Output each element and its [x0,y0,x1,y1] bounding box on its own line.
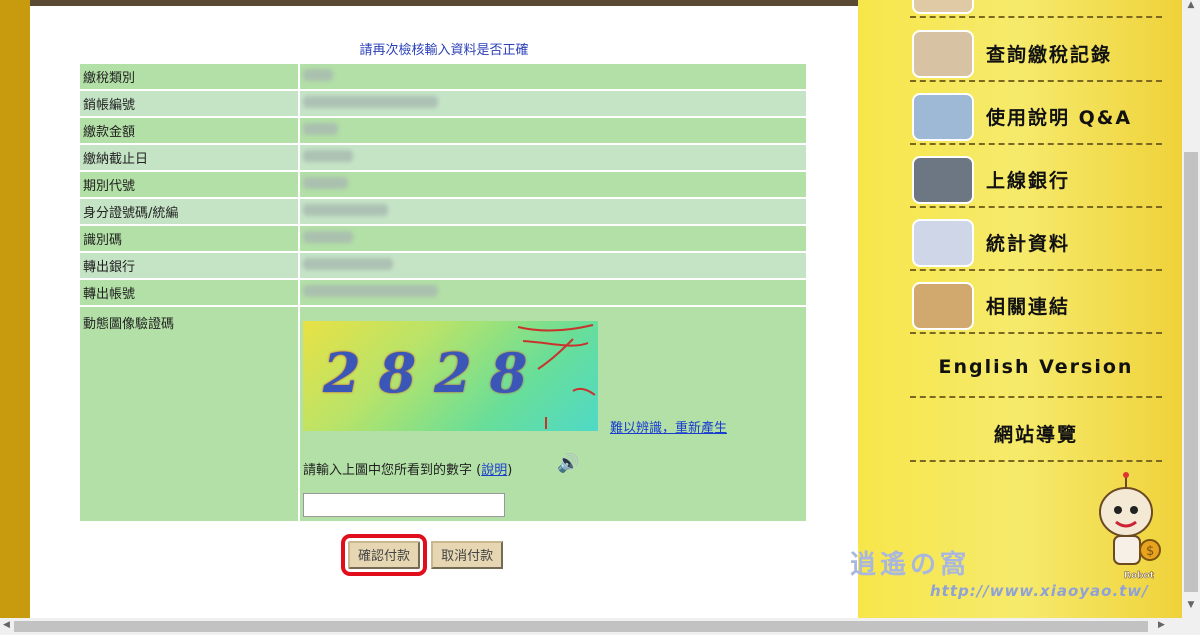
sidebar-item-label: 統計資料 [986,233,1071,255]
english-version-link[interactable]: English Version [910,356,1162,378]
sidebar-item-english[interactable]: English Version [910,338,1162,398]
sidebar: 查詢繳稅記錄 使用說明 Q&A 上線銀行統計資料相關連結 English Versi… [858,0,1182,618]
svg-text:$: $ [1146,544,1154,559]
sidebar-item[interactable]: 相關連結 [910,274,1162,334]
sidebar-item-partial[interactable] [910,0,1162,18]
sidebar-item-label: 相關連結 [986,296,1071,318]
scroll-left-icon[interactable]: ◀ [3,620,10,630]
captcha-prompt-text: 請輸入上圖中您所看到的數字 [303,463,473,478]
watermark-url: http://www.xiaoyao.tw/ [930,582,1149,600]
vertical-scrollbar[interactable]: ▲ ▼ [1182,0,1200,618]
sidebar-item-label: 使用說明 Q&A [986,107,1133,129]
redacted-value [303,149,353,162]
redacted-value [303,68,333,81]
sidebar-item-sitemap[interactable]: 網站導覽 [910,402,1162,462]
sidebar-thumb-partial [912,0,974,14]
form-row: 繳款金額 [80,118,806,143]
form-row: 繳稅類別 [80,64,806,89]
left-stripe [0,0,30,618]
sidebar-item[interactable]: 統計資料 [910,211,1162,271]
sidebar-thumb [912,282,974,330]
captcha-help-link[interactable]: 說明 [481,463,507,478]
form-row: 銷帳編號 [80,91,806,116]
form-row-value [300,253,806,278]
redacted-value [303,95,438,108]
form-row-label: 期別代號 [80,172,298,197]
captcha-row: 動態圖像驗證碼 2828 難以辨識，重新產生 請輸入上圖中您所看到的數字 (說明… [80,307,806,521]
form-row-value [300,145,806,170]
form-row-value [300,118,806,143]
captcha-cell: 2828 難以辨識，重新產生 請輸入上圖中您所看到的數字 (說明) 🔊 [300,307,806,521]
form-row-value [300,280,806,305]
form-row-label: 繳稅類別 [80,64,298,89]
form-row-value [300,199,806,224]
watermark-title: 逍遙の窩 [850,550,971,580]
scroll-down-icon[interactable]: ▼ [1182,600,1200,614]
form-row: 轉出帳號 [80,280,806,305]
sitemap-link[interactable]: 網站導覽 [910,420,1162,447]
captcha-prompt: 請輸入上圖中您所看到的數字 (說明) [303,459,512,478]
help-close-paren: ) [507,463,513,478]
form-row-label: 識別碼 [80,226,298,251]
robot-caption: Robot [1124,571,1155,581]
captcha-image: 2828 [303,321,598,431]
form-row-value [300,64,806,89]
form-row-value [300,172,806,197]
captcha-input[interactable] [303,493,505,517]
notice-text: 請再次檢核輸入資料是否正確 [359,43,529,58]
vertical-scroll-thumb[interactable] [1184,152,1198,592]
horizontal-scrollbar[interactable]: ◀ ▶ [0,618,1200,635]
form-row-value [300,226,806,251]
sidebar-thumb [912,30,974,78]
captcha-label: 動態圖像驗證碼 [83,317,175,332]
form-row: 識別碼 [80,226,806,251]
cancel-payment-button[interactable]: 取消付款 [431,541,504,569]
main-content: 請再次檢核輸入資料是否正確 繳稅類別 銷帳編號 繳款金額 繳納截止日 期別代號 身分證號碼… [30,6,858,618]
sidebar-item-label: 上線銀行 [986,170,1071,192]
sidebar-item[interactable]: 使用說明 Q&A [910,85,1162,145]
button-row: 確認付款 取消付款 [340,534,509,576]
redacted-value [303,176,348,189]
regenerate-captcha-link[interactable]: 難以辨識，重新產生 [610,417,727,436]
sidebar-item[interactable]: 查詢繳稅記錄 [910,22,1162,82]
sidebar-thumb [912,93,974,141]
robot-mascot: $ Robot [1099,472,1161,581]
redacted-value [303,284,438,297]
horizontal-scroll-thumb[interactable] [14,621,1148,632]
scroll-right-icon[interactable]: ▶ [1158,620,1165,630]
redacted-value [303,203,388,216]
form-row-label: 轉出帳號 [80,280,298,305]
redacted-value [303,230,353,243]
confirm-payment-button[interactable]: 確認付款 [340,534,428,576]
sidebar-thumb [912,156,974,204]
sidebar-item-label: 查詢繳稅記錄 [986,44,1113,66]
captcha-digits: 2828 [323,341,546,405]
form-row-label: 繳款金額 [80,118,298,143]
payment-form-table: 繳稅類別 銷帳編號 繳款金額 繳納截止日 期別代號 身分證號碼/統編 識別碼 轉出銀行 轉出帳號… [78,62,808,523]
form-row-label: 身分證號碼/統編 [80,199,298,224]
form-row: 繳納截止日 [80,145,806,170]
redacted-value [303,122,338,135]
form-row: 轉出銀行 [80,253,806,278]
scroll-up-icon[interactable]: ▲ [1182,0,1200,14]
form-row-label: 銷帳編號 [80,91,298,116]
speaker-icon[interactable]: 🔊 [557,453,579,474]
form-row-label: 繳納截止日 [80,145,298,170]
sidebar-thumb [912,219,974,267]
redacted-value [303,257,393,270]
sidebar-item[interactable]: 上線銀行 [910,148,1162,208]
form-row: 期別代號 [80,172,806,197]
form-row-label: 轉出銀行 [80,253,298,278]
form-row: 身分證號碼/統編 [80,199,806,224]
form-row-value [300,91,806,116]
captcha-label-cell: 動態圖像驗證碼 [80,307,298,521]
